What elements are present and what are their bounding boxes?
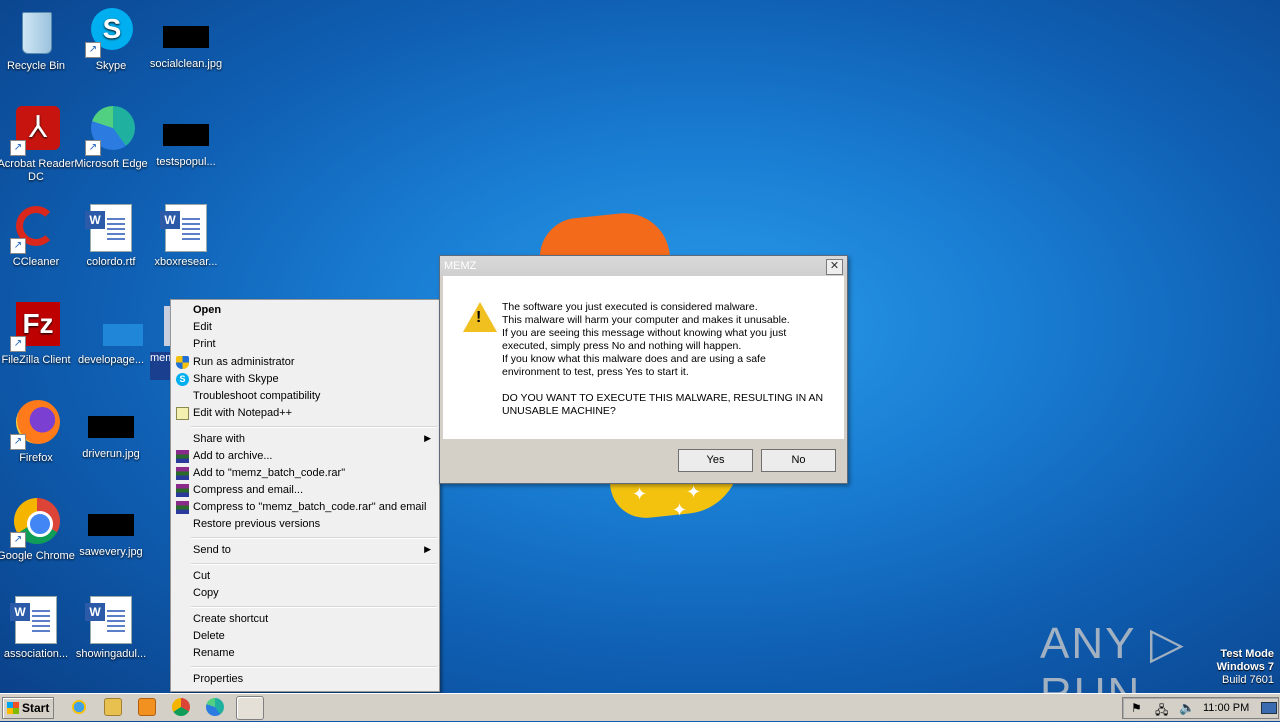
menu-separator bbox=[191, 563, 437, 565]
word-doc-icon: W bbox=[85, 204, 132, 252]
desktop-icon-edge[interactable]: ↗ Microsoft Edge bbox=[72, 106, 150, 171]
menu-item-share-skype[interactable]: S Share with Skype bbox=[171, 371, 439, 388]
desktop-icon-testspopul[interactable]: testspopul... bbox=[147, 108, 225, 169]
winrar-icon bbox=[176, 450, 189, 463]
taskbar-memz-window[interactable] bbox=[236, 696, 264, 720]
image-thumbnail-icon bbox=[88, 416, 134, 438]
desktop-icon-developage[interactable]: developage... bbox=[72, 302, 150, 367]
menu-item-cut[interactable]: Cut bbox=[171, 568, 439, 585]
context-menu: Open Edit Print Run as administrator S S… bbox=[170, 299, 440, 692]
recycle-bin-icon bbox=[12, 8, 60, 56]
system-tray: ⚑ 🖧 🔈 bbox=[1122, 697, 1279, 719]
edge-icon[interactable] bbox=[206, 698, 224, 716]
show-desktop-icon[interactable] bbox=[1261, 702, 1277, 714]
menu-item-rename[interactable]: Rename bbox=[171, 645, 439, 662]
explorer-folder-icon[interactable] bbox=[104, 698, 122, 716]
clock[interactable]: 11:00 PM bbox=[1203, 702, 1249, 714]
desktop-icon-xboxresear[interactable]: W xboxresear... bbox=[147, 204, 225, 269]
volume-icon[interactable]: 🔈 bbox=[1179, 700, 1195, 716]
menu-item-troubleshoot[interactable]: Troubleshoot compatibility bbox=[171, 388, 439, 405]
skype-icon: S bbox=[176, 373, 189, 386]
chrome-icon: ↗ bbox=[10, 498, 60, 548]
memz-dialog: MEMZ ✕ ! The software you just executed … bbox=[439, 255, 848, 484]
filezilla-icon: Fz ↗ bbox=[10, 302, 60, 352]
acrobat-icon: ⅄ ↗ bbox=[10, 106, 60, 156]
menu-item-compress-email[interactable]: Compress and email... bbox=[171, 482, 439, 499]
menu-item-print[interactable]: Print bbox=[171, 336, 439, 353]
menu-item-share-with[interactable]: Share with ▶ bbox=[171, 431, 439, 448]
word-doc-icon: W bbox=[160, 204, 207, 252]
menu-item-edit[interactable]: Edit bbox=[171, 319, 439, 336]
desktop-icon-showingadul[interactable]: W showingadul... bbox=[72, 596, 150, 661]
desktop-icon-sawevery[interactable]: sawevery.jpg bbox=[72, 498, 150, 559]
image-thumbnail-icon bbox=[163, 124, 209, 146]
submenu-arrow-icon: ▶ bbox=[424, 433, 431, 443]
ie-icon[interactable] bbox=[70, 698, 88, 716]
image-thumbnail-icon bbox=[163, 26, 209, 48]
menu-item-run-admin[interactable]: Run as administrator bbox=[171, 354, 439, 371]
desktop-icon-filezilla[interactable]: Fz ↗ FileZilla Client bbox=[0, 302, 75, 367]
dialog-body: ! The software you just executed is cons… bbox=[443, 276, 844, 439]
skype-icon: S ↗ bbox=[85, 8, 135, 58]
desktop-icon-association[interactable]: W association... bbox=[0, 596, 75, 661]
windows-flag-icon bbox=[7, 702, 19, 714]
word-doc-icon: W bbox=[10, 596, 57, 644]
desktop-icon-recycle-bin[interactable]: Recycle Bin bbox=[0, 8, 75, 73]
dialog-message: The software you just executed is consid… bbox=[502, 301, 824, 417]
desktop-icon-driverun[interactable]: driverun.jpg bbox=[72, 400, 150, 461]
menu-separator bbox=[191, 537, 437, 539]
start-button[interactable]: Start bbox=[2, 697, 54, 719]
desktop-icon-socialclean[interactable]: socialclean.jpg bbox=[147, 10, 225, 71]
desktop-icon-firefox[interactable]: ↗ Firefox bbox=[0, 400, 75, 465]
edge-icon: ↗ bbox=[85, 106, 135, 156]
menu-item-add-rar[interactable]: Add to "memz_batch_code.rar" bbox=[171, 465, 439, 482]
menu-item-copy[interactable]: Copy bbox=[171, 585, 439, 602]
desktop-icon-acrobat[interactable]: ⅄ ↗ Acrobat Reader DC bbox=[0, 106, 75, 184]
warning-icon: ! bbox=[463, 302, 497, 332]
menu-item-create-shortcut[interactable]: Create shortcut bbox=[171, 611, 439, 628]
chrome-icon[interactable] bbox=[172, 698, 190, 716]
menu-item-send-to[interactable]: Send to ▶ bbox=[171, 542, 439, 559]
image-thumbnail-icon bbox=[88, 514, 134, 536]
notepad-plus-icon bbox=[176, 407, 189, 420]
menu-item-compress-rar-email[interactable]: Compress to "memz_batch_code.rar" and em… bbox=[171, 499, 439, 516]
media-player-icon[interactable] bbox=[138, 698, 156, 716]
winrar-icon bbox=[176, 467, 189, 480]
yes-button[interactable]: Yes bbox=[678, 449, 753, 472]
menu-item-add-archive[interactable]: Add to archive... bbox=[171, 448, 439, 465]
sparkle-icon: ✦ bbox=[632, 484, 648, 504]
menu-item-open[interactable]: Open bbox=[171, 302, 439, 319]
desktop-icon-colordo[interactable]: W colordo.rtf bbox=[72, 204, 150, 269]
folder-icon bbox=[87, 302, 143, 350]
desktop-icon-skype[interactable]: S ↗ Skype bbox=[72, 8, 150, 73]
dialog-title: MEMZ bbox=[444, 260, 477, 272]
menu-separator bbox=[191, 426, 437, 428]
menu-separator bbox=[191, 606, 437, 608]
sparkle-icon: ✦ bbox=[686, 482, 702, 502]
taskbar: Start ⚑ 🖧 🔈 11:00 PM bbox=[0, 693, 1280, 721]
ccleaner-icon: ↗ bbox=[10, 204, 60, 254]
test-mode-text: Test Mode Windows 7 Build 7601 bbox=[1216, 648, 1274, 686]
uac-shield-icon bbox=[176, 356, 189, 369]
flag-icon[interactable]: ⚑ bbox=[1131, 701, 1142, 715]
submenu-arrow-icon: ▶ bbox=[424, 544, 431, 554]
desktop-icon-memz-selected[interactable]: mem bbox=[150, 306, 172, 380]
dialog-titlebar[interactable]: MEMZ ✕ bbox=[440, 256, 847, 276]
menu-item-delete[interactable]: Delete bbox=[171, 628, 439, 645]
winrar-icon bbox=[176, 501, 189, 514]
desktop-icon-ccleaner[interactable]: ↗ CCleaner bbox=[0, 204, 75, 269]
menu-separator bbox=[191, 666, 437, 668]
winrar-icon bbox=[176, 484, 189, 497]
close-icon[interactable]: ✕ bbox=[826, 259, 843, 275]
no-button[interactable]: No bbox=[761, 449, 836, 472]
menu-item-restore[interactable]: Restore previous versions bbox=[171, 516, 439, 533]
menu-item-properties[interactable]: Properties bbox=[171, 671, 439, 688]
desktop-icon-chrome[interactable]: ↗ Google Chrome bbox=[0, 498, 75, 563]
word-doc-icon: W bbox=[85, 596, 132, 644]
firefox-icon: ↗ bbox=[10, 400, 60, 450]
menu-item-notepad[interactable]: Edit with Notepad++ bbox=[171, 405, 439, 422]
network-icon[interactable]: 🖧 bbox=[1155, 701, 1168, 722]
sparkle-icon: ✦ bbox=[672, 500, 688, 520]
